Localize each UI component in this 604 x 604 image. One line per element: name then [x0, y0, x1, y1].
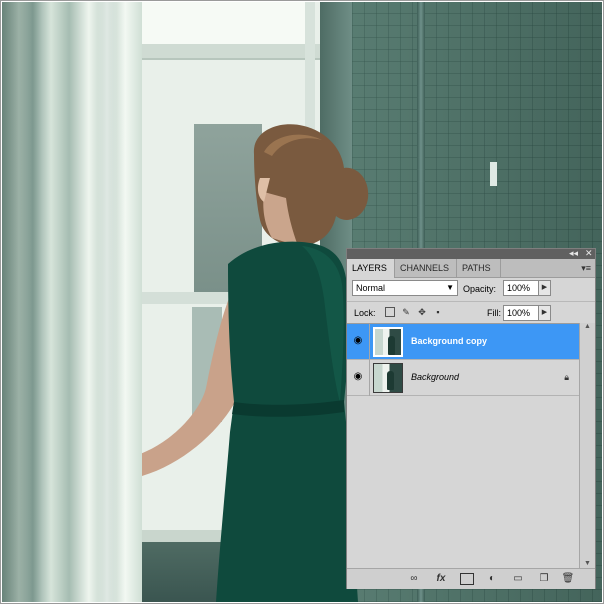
- trash-icon[interactable]: 🗑︎: [561, 572, 575, 585]
- panel-footer: ∞ fx ◐ ▭ ❐ 🗑︎: [347, 568, 595, 589]
- screenshot-frame: ◂◂ ✕ LAYERS CHANNELS PATHS ▾≡ Normal ▼ O…: [0, 0, 604, 604]
- opacity-input[interactable]: 100%: [503, 280, 539, 296]
- panel-menu-icon[interactable]: ▾≡: [581, 262, 591, 274]
- layer-thumbnail: [373, 327, 403, 357]
- layer-thumbnail: [373, 363, 403, 393]
- tab-paths[interactable]: PATHS: [457, 259, 501, 277]
- fill-label: Fill:: [487, 308, 501, 318]
- layers-list: ◉ Background copy ◉ Background 🔒︎: [347, 323, 579, 569]
- curtain-highlight: [97, 2, 117, 602]
- eye-icon[interactable]: ◉: [351, 371, 365, 383]
- lock-row: Lock: ✎ ✥ ▪ Fill: 100% ▶: [347, 301, 595, 324]
- tab-layers[interactable]: LAYERS: [347, 259, 395, 278]
- fx-icon[interactable]: fx: [433, 572, 449, 585]
- layer-mask-icon[interactable]: [460, 573, 474, 585]
- lock-all-icon[interactable]: ▪: [433, 307, 443, 317]
- adjustment-layer-icon[interactable]: ◐: [485, 572, 499, 585]
- fill-input[interactable]: 100%: [503, 305, 539, 321]
- new-layer-icon[interactable]: ❐: [537, 572, 551, 585]
- collapse-panel-icon[interactable]: ◂◂: [569, 248, 578, 258]
- lock-position-icon[interactable]: ✥: [417, 307, 427, 317]
- scroll-up-icon[interactable]: ▲: [584, 323, 591, 330]
- fill-slider-arrow-icon[interactable]: ▶: [538, 305, 551, 321]
- scroll-down-icon[interactable]: ▼: [584, 560, 591, 567]
- group-folder-icon[interactable]: ▭: [511, 572, 525, 585]
- curtain-shadow: [2, 2, 42, 602]
- layer-name[interactable]: Background: [411, 371, 459, 383]
- layer-name[interactable]: Background copy: [411, 335, 487, 347]
- chevron-down-icon: ▼: [446, 283, 454, 292]
- blend-mode-select[interactable]: Normal ▼: [352, 280, 458, 296]
- panel-tabs: LAYERS CHANNELS PATHS ▾≡: [347, 259, 595, 278]
- eye-icon[interactable]: ◉: [351, 335, 365, 347]
- close-panel-icon[interactable]: ✕: [585, 248, 593, 258]
- tab-channels[interactable]: CHANNELS: [395, 259, 457, 277]
- blend-row: Normal ▼ Opacity: 100% ▶: [347, 278, 595, 300]
- lock-transparent-pixels-icon[interactable]: [385, 307, 395, 317]
- link-layers-icon[interactable]: ∞: [407, 572, 421, 585]
- layers-panel: ◂◂ ✕ LAYERS CHANNELS PATHS ▾≡ Normal ▼ O…: [346, 248, 596, 589]
- opacity-label: Opacity:: [463, 284, 497, 294]
- layer-row-background-copy[interactable]: ◉ Background copy: [347, 324, 579, 360]
- lock-image-pixels-icon[interactable]: ✎: [401, 307, 411, 317]
- blend-mode-value: Normal: [356, 283, 386, 293]
- lock-icon: 🔒︎: [564, 372, 569, 382]
- panel-titlebar[interactable]: ◂◂ ✕: [347, 248, 595, 259]
- layer-row-background[interactable]: ◉ Background 🔒︎: [347, 360, 579, 396]
- opacity-slider-arrow-icon[interactable]: ▶: [538, 280, 551, 296]
- lock-label: Lock:: [354, 308, 376, 318]
- layers-scrollbar[interactable]: ▲ ▼: [579, 323, 595, 568]
